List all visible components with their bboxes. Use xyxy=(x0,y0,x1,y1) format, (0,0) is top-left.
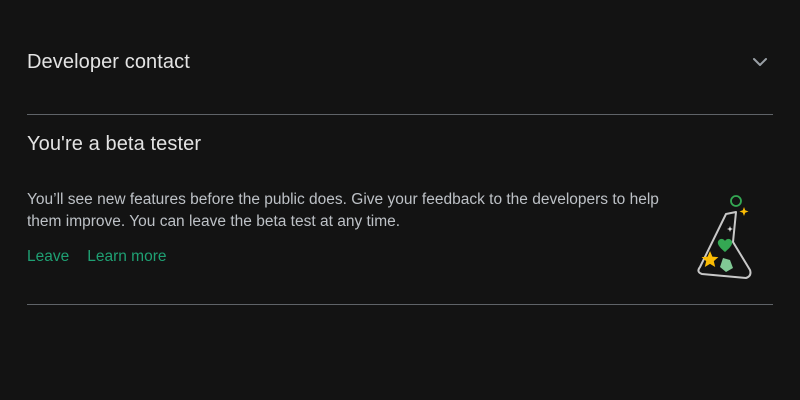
developer-contact-header[interactable]: Developer contact xyxy=(27,40,773,84)
beta-tester-title: You're a beta tester xyxy=(27,133,202,155)
chevron-down-icon[interactable] xyxy=(746,48,774,76)
beta-actions: Leave Learn more xyxy=(27,248,167,266)
divider xyxy=(27,304,773,305)
beta-tester-description: You’ll see new features before the publi… xyxy=(27,191,659,230)
app-details-page: Developer contact You're a beta tester Y… xyxy=(0,0,800,400)
leave-beta-link[interactable]: Leave xyxy=(27,248,69,266)
divider xyxy=(27,114,773,115)
developer-contact-title: Developer contact xyxy=(27,50,190,73)
learn-more-link[interactable]: Learn more xyxy=(87,248,166,266)
beta-flask-icon xyxy=(686,190,756,286)
